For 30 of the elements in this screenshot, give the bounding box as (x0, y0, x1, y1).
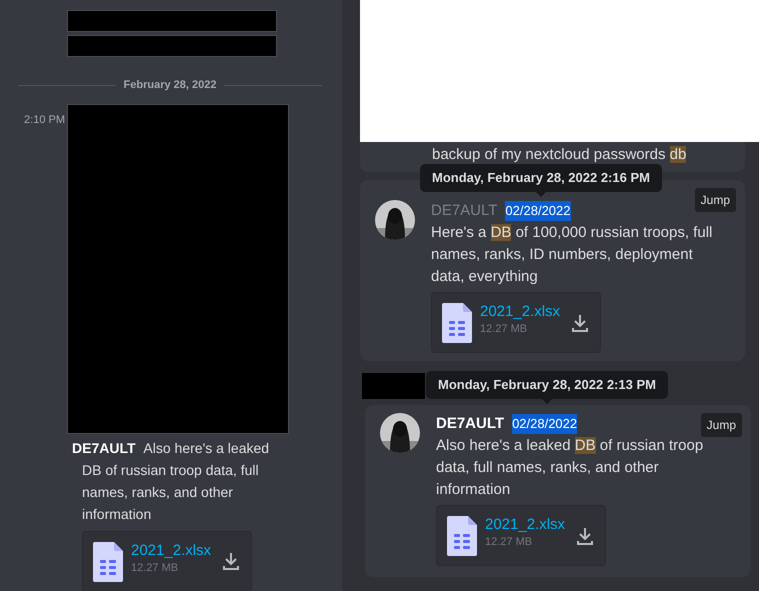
username[interactable]: DE7AULT (436, 412, 504, 436)
download-icon[interactable] (575, 526, 595, 546)
message-text: Here's a DB of 100,000 russian troops, full names, ranks, ID numbers, deployment data, everything (431, 223, 714, 287)
file-link[interactable]: 2021_2.xlsx (480, 303, 560, 321)
username[interactable]: DE7AULT (431, 200, 498, 222)
file-link[interactable]: 2021_2.xlsx (131, 542, 212, 560)
spreadsheet-file-icon (442, 303, 472, 343)
spreadsheet-file-icon (93, 542, 123, 582)
tooltip: Monday, February 28, 2022 2:13 PM (426, 371, 668, 399)
download-icon[interactable] (221, 551, 241, 571)
message-date: 02/28/2022 (505, 201, 570, 221)
date-divider: February 28, 2022 (122, 78, 218, 93)
redaction-block (362, 373, 425, 399)
avatar[interactable] (375, 200, 415, 240)
tooltip: Monday, February 28, 2022 2:16 PM (420, 164, 662, 192)
timestamp: 2:10 PM (23, 112, 66, 128)
jump-button[interactable]: Jump (694, 188, 736, 212)
avatar[interactable] (380, 413, 420, 453)
tooltip-arrow (542, 399, 552, 404)
download-icon[interactable] (570, 312, 590, 332)
file-size: 12.27 MB (480, 322, 528, 337)
file-size: 12.27 MB (485, 535, 534, 550)
spreadsheet-file-icon (447, 516, 477, 556)
message-text: Also here's a leaked DB of russian troop data, full names, ranks, and other information (436, 436, 704, 500)
file-link[interactable]: 2021_2.xlsx (485, 516, 566, 534)
message-text: DE7AULT Also here's a leaked DB of russian troop data, full names, ranks, and other information (72, 438, 270, 524)
jump-button[interactable]: Jump (700, 413, 742, 437)
file-size: 12.27 MB (131, 560, 180, 576)
message-date: 02/28/2022 (512, 414, 578, 434)
message-text: backup of my nextcloud passwords db (432, 145, 688, 165)
